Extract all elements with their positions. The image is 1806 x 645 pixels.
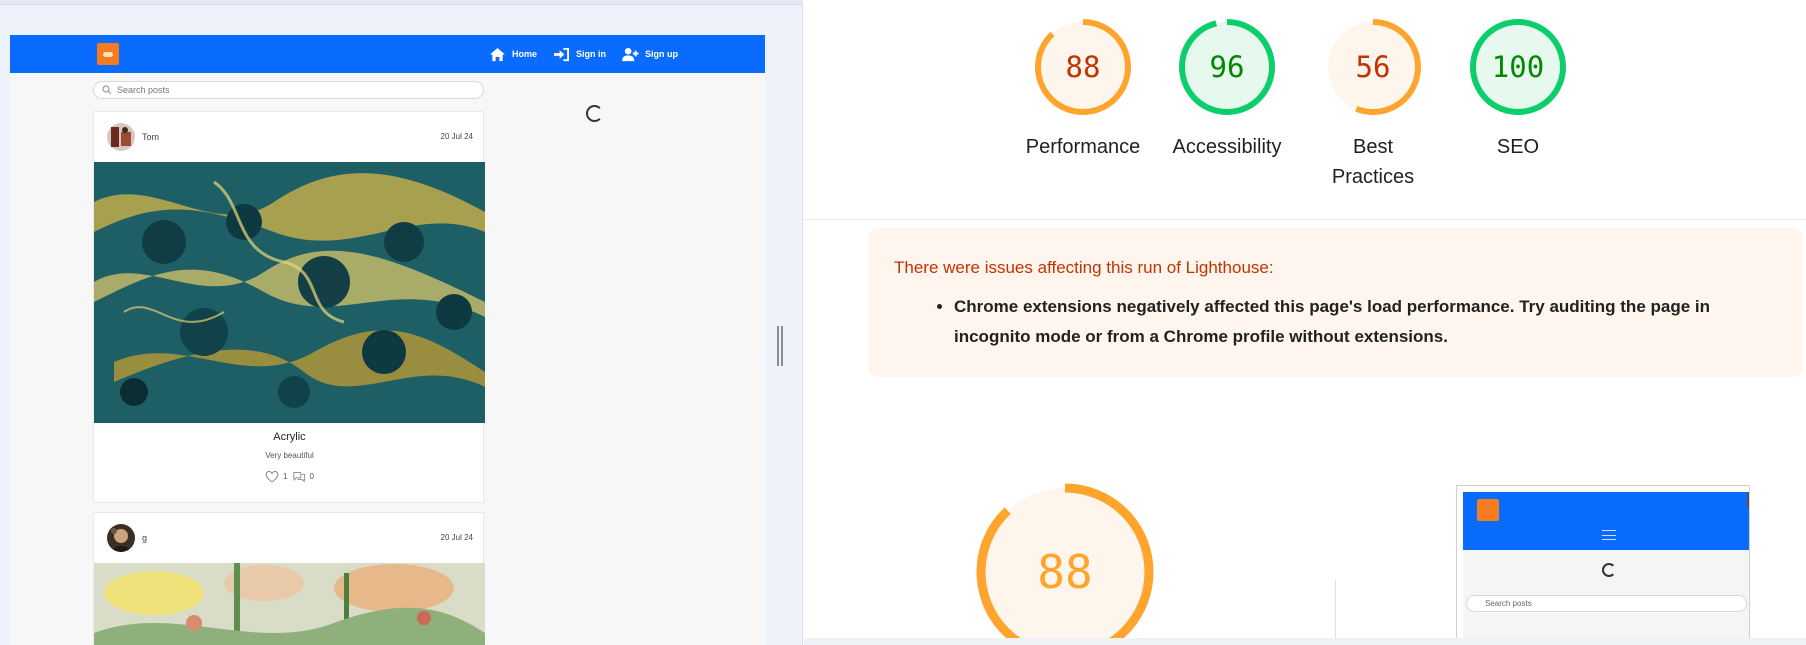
score-gauge-accessibility[interactable]: 96 Accessibility xyxy=(1152,18,1302,162)
accessibility-label: Accessibility xyxy=(1172,136,1282,158)
best-practices-gauge-ring: 56 xyxy=(1325,19,1421,115)
comment-icon[interactable] xyxy=(292,470,306,483)
final-screenshot-thumbnail[interactable]: Search posts xyxy=(1456,485,1750,645)
performance-label: Performance xyxy=(1025,136,1141,158)
seo-label: SEO xyxy=(1496,136,1540,158)
site-logo[interactable] xyxy=(97,43,119,65)
post-card[interactable]: Tom 20 Jul 24 Acrylic Very beautiful 1 0 xyxy=(93,111,485,503)
thumbnail-scrollbar xyxy=(1747,492,1749,508)
big-performance-score: 88 xyxy=(1037,545,1092,599)
page-viewport: Home Sign in Sign up Search posts Tom 20… xyxy=(10,35,765,645)
device-toolbar-strip xyxy=(0,0,803,5)
hamburger-menu-icon xyxy=(1602,530,1616,540)
seo-score: 100 xyxy=(1492,50,1544,84)
performance-big-gauge: 88 xyxy=(976,483,1154,645)
run-warnings-box: There were issues affecting this run of … xyxy=(868,228,1803,377)
thumbnail-navbar xyxy=(1463,492,1749,550)
best-practices-label-line2: Practices xyxy=(1331,166,1415,188)
post-header: Tom 20 Jul 24 xyxy=(94,112,483,162)
thumbnail-search-bar: Search posts xyxy=(1466,595,1747,612)
avatar[interactable] xyxy=(107,524,135,552)
search-input[interactable] xyxy=(117,85,457,95)
nav-home-label: Home xyxy=(512,49,538,59)
thumbnail-loading-spinner xyxy=(1602,563,1616,577)
post-date: 20 Jul 24 xyxy=(440,132,473,141)
nav-signup-label: Sign up xyxy=(645,49,678,59)
search-icon xyxy=(102,85,112,95)
nav-signup-link[interactable]: Sign up xyxy=(622,45,678,63)
avatar[interactable] xyxy=(107,123,135,151)
score-gauge-seo[interactable]: 100 SEO xyxy=(1443,18,1593,162)
warning-list: Chrome extensions negatively affected th… xyxy=(894,292,1777,352)
post-header: g 20 Jul 24 xyxy=(94,513,483,563)
post-image[interactable] xyxy=(94,162,485,423)
emulated-page-pane: Home Sign in Sign up Search posts Tom 20… xyxy=(0,0,803,645)
pane-resize-handle[interactable] xyxy=(776,326,784,366)
metrics-divider xyxy=(1335,580,1336,645)
post-author[interactable]: Tom xyxy=(142,132,159,142)
post-date: 20 Jul 24 xyxy=(440,533,473,542)
best-practices-label: Best Practices xyxy=(1298,132,1448,192)
post-card[interactable]: g 20 Jul 24 xyxy=(93,512,485,645)
warning-title: There were issues affecting this run of … xyxy=(894,258,1274,277)
thumbnail-logo xyxy=(1477,499,1499,521)
home-icon xyxy=(490,47,505,61)
post-author[interactable]: g xyxy=(142,533,147,543)
best-practices-label-line1: Best xyxy=(1352,136,1394,158)
loading-spinner xyxy=(586,105,603,122)
post-description: Very beautiful xyxy=(265,451,314,460)
heart-icon[interactable] xyxy=(265,470,279,483)
horizontal-scrollbar[interactable] xyxy=(804,638,1806,645)
nav-signin-label: Sign in xyxy=(576,49,606,59)
like-count: 1 xyxy=(283,472,288,481)
performance-score: 88 xyxy=(1066,50,1101,84)
comment-count: 0 xyxy=(309,472,314,481)
accessibility-gauge-ring: 96 xyxy=(1179,19,1275,115)
best-practices-score: 56 xyxy=(1356,50,1391,84)
nav-home-link[interactable]: Home xyxy=(489,45,537,63)
post-title: Acrylic xyxy=(273,431,306,443)
section-divider xyxy=(804,219,1806,220)
warning-item: Chrome extensions negatively affected th… xyxy=(954,292,1777,352)
search-bar[interactable] xyxy=(93,81,484,99)
nav-signin-link[interactable]: Sign in xyxy=(553,45,606,63)
sign-in-icon xyxy=(554,47,569,61)
site-navbar: Home Sign in Sign up xyxy=(10,35,765,73)
post-image[interactable] xyxy=(94,563,485,645)
accessibility-score: 96 xyxy=(1210,50,1245,84)
performance-gauge-ring: 88 xyxy=(1035,19,1131,115)
score-gauge-best-practices[interactable]: 56 Best Practices xyxy=(1298,18,1448,192)
thumbnail-body: Search posts xyxy=(1463,550,1749,644)
user-plus-icon xyxy=(622,47,639,61)
post-stats: 1 0 xyxy=(94,470,485,483)
score-gauge-performance[interactable]: 88 Performance xyxy=(1008,18,1158,162)
seo-gauge-ring: 100 xyxy=(1470,19,1566,115)
